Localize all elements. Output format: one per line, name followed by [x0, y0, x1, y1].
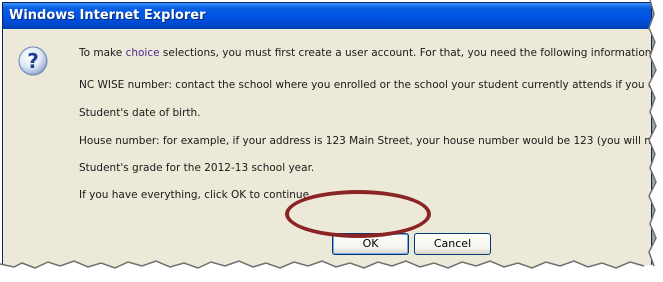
message-line-6: If you have everything, click OK to cont… [79, 189, 313, 201]
message-line-1: To make choice selections, you must firs… [79, 47, 652, 59]
torn-right-edge [648, 0, 663, 282]
message-line-1-start: To make [79, 47, 126, 59]
message-line-1-end: selections, you must first create a user… [159, 47, 652, 59]
dialog-body: ? To make choice selections, you must fi… [3, 29, 651, 273]
dialog-titlebar[interactable]: Windows Internet Explorer [3, 3, 651, 29]
cancel-button[interactable]: Cancel [414, 233, 491, 255]
choice-link[interactable]: choice [126, 47, 160, 59]
dialog-title: Windows Internet Explorer [9, 8, 206, 23]
question-icon: ? [18, 46, 48, 76]
ok-highlight-ring [285, 190, 431, 238]
message-line-2: NC WISE number: contact the school where… [79, 79, 652, 91]
question-glyph: ? [27, 49, 39, 73]
message-line-3: Student's date of birth. [79, 107, 201, 119]
torn-bottom-edge [0, 260, 663, 282]
message-line-4: House number: for example, if your addre… [79, 135, 652, 147]
message-line-5: Student's grade for the 2012-13 school y… [79, 162, 315, 174]
